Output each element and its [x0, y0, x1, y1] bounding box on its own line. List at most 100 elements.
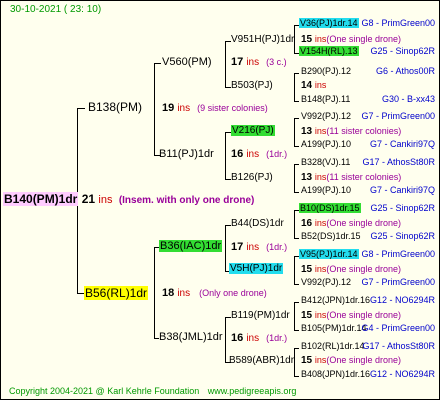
gen3-ins-value: 14 [301, 80, 313, 91]
connector-line [294, 146, 299, 147]
gen3-queen[interactable]: B503(PJ) [231, 81, 273, 91]
gen2-queen[interactable]: B11(PJ)1dr [159, 149, 214, 160]
gen4-info: G8 - PrimGreen00 [361, 18, 435, 28]
gen1-ins-value: 18 [162, 287, 175, 299]
gen3-queen[interactable]: B589(ABR)1dr [229, 356, 294, 366]
root-ins-value: 21 [81, 192, 96, 206]
connector-line [154, 63, 155, 156]
root-label: B140(PM)1dr [3, 192, 79, 206]
gen3-stats: 13 ins(11 sister colonies) [301, 127, 401, 137]
gen4-info: G7 - Cankiri97Q [369, 139, 435, 149]
gen2-queen[interactable]: B38(JML)1dr [159, 332, 223, 343]
connector-line [154, 247, 155, 339]
connector-line [225, 225, 226, 272]
site-link[interactable]: www.pedigreeapis.org [208, 386, 297, 396]
connector-line [294, 330, 299, 331]
gen2-label: V560(PM) [162, 56, 212, 68]
gen4-queen[interactable]: V992(PJ).12 [301, 112, 351, 121]
gen2-stats: 16 ins (1dr.) [231, 149, 287, 160]
gen3-note: (One single drone) [326, 34, 401, 44]
gen1-label: B138(PM) [88, 100, 143, 114]
gen1-note: (Only one drone) [199, 288, 267, 298]
gen4-queen[interactable]: B10(DS)1dr.15 [299, 203, 361, 213]
gen4-info: G12 - NO6294R [369, 369, 435, 379]
gen4-queen[interactable]: B102(RL)1dr.14 [301, 342, 365, 351]
gen3-queen[interactable]: V216(PJ) [231, 125, 275, 136]
gen4-queen[interactable]: B105(PM)1dr.14 [301, 324, 367, 333]
gen4-queen[interactable]: V992(PJ).12 [301, 278, 351, 287]
connector-line [225, 41, 226, 88]
gen3-queen[interactable]: V951H(PJ)1dr [231, 35, 294, 45]
gen4-queen[interactable]: B408(JPN)1dr.16 [301, 370, 370, 379]
connector-line [294, 376, 299, 377]
gen2-label: B36(IAC)1dr [159, 240, 223, 252]
gen4-label: B52(DS)1dr.15 [301, 231, 361, 241]
gen2-label: B11(PJ)1dr [159, 148, 214, 160]
gen3-label: B589(ABR)1dr [229, 355, 295, 366]
connector-line [294, 164, 295, 193]
copyright-text: Copyright 2004-2021 @ Karl Kehrle Founda… [9, 386, 200, 396]
connector-line [154, 63, 161, 64]
gen2-queen[interactable]: B36(IAC)1dr [159, 240, 223, 252]
gen3-label: V216(PJ) [231, 125, 275, 136]
gen1-queen[interactable]: B56(RL)1dr [84, 286, 149, 300]
gen4-info: G25 - Sinop62R [370, 46, 435, 56]
gen4-queen[interactable]: A199(PJ).10 [301, 186, 351, 195]
connector-line [294, 118, 299, 119]
gen4-label: B148(PJ).11 [301, 94, 351, 104]
gen4-info: G7 - PrimGreen00 [361, 111, 435, 121]
gen3-ins-value: 16 [301, 218, 313, 229]
gen3-ins-word: ins [314, 80, 327, 90]
connector-line [294, 164, 299, 165]
gen4-queen[interactable]: B328(VJ).11 [301, 158, 350, 167]
gen2-ins-value: 16 [231, 148, 244, 160]
connector-line [294, 348, 299, 349]
gen2-ins-value: 16 [231, 332, 244, 344]
gen4-info: G6 - Athos00R [375, 66, 435, 76]
gen3-note: (One single drone) [326, 218, 401, 228]
connector-line [294, 348, 295, 377]
gen3-note: (One single drone) [326, 310, 401, 320]
gen4-queen[interactable]: V36(PJ)1dr.14 [299, 18, 359, 28]
gen3-stats: 16 ins(One single drone) [301, 219, 401, 229]
gen1-queen[interactable]: B138(PM) [88, 101, 142, 113]
gen4-info: G12 - NO6294R [369, 295, 435, 305]
gen3-queen[interactable]: B119(PM)1dr [231, 311, 290, 321]
gen3-label: V5H(PJ)1dr [229, 263, 284, 274]
gen4-info: G7 - Cankiri97Q [369, 185, 435, 195]
gen1-stats: 19 ins (9 sister colonies) [162, 103, 268, 114]
gen3-label: B126(PJ) [231, 172, 273, 183]
gen1-stats: 18 ins (Only one drone) [162, 288, 267, 299]
gen3-queen[interactable]: B44(DS)1dr [231, 219, 284, 229]
gen4-queen[interactable]: B290(PJ).12 [301, 67, 351, 76]
gen4-label: A199(PJ).10 [301, 139, 352, 149]
gen4-label: B102(RL)1dr.14 [301, 341, 365, 351]
gen4-label: A199(PJ).10 [301, 185, 352, 195]
gen3-ins-value: 15 [301, 310, 313, 321]
gen2-note: (3 c.) [266, 57, 287, 67]
root-queen[interactable]: B140(PM)1dr 21 ins (Insem. with only one… [3, 192, 254, 206]
gen2-ins-word: ins [246, 149, 260, 160]
gen4-info: G7 - PrimGreen00 [361, 277, 435, 287]
gen4-info: G25 - Sinop62R [370, 203, 435, 213]
gen4-queen[interactable]: V154H(RL).13 [299, 46, 359, 56]
connector-line [225, 317, 226, 363]
gen1-ins-word: ins [177, 288, 191, 299]
gen3-queen[interactable]: V5H(PJ)1dr [229, 263, 284, 274]
gen4-queen[interactable]: B412(JPN)1dr.16 [301, 296, 370, 305]
gen4-queen[interactable]: B148(PJ).11 [301, 95, 350, 104]
gen2-queen[interactable]: V560(PM) [162, 57, 212, 68]
gen4-queen[interactable]: V95(PJ)1dr.14 [299, 249, 359, 259]
gen3-queen[interactable]: B126(PJ) [231, 173, 273, 183]
gen2-ins-word: ins [246, 242, 260, 253]
gen3-ins-word: ins [314, 355, 327, 365]
connector-line [294, 284, 299, 285]
gen4-label: B290(PJ).12 [301, 66, 352, 76]
gen3-label: V951H(PJ)1dr [231, 34, 295, 45]
gen4-label: V992(PJ).12 [301, 111, 352, 121]
root-ins-word: ins [98, 194, 113, 206]
gen4-queen[interactable]: B52(DS)1dr.15 [301, 232, 361, 241]
gen4-label: V95(PJ)1dr.14 [299, 249, 359, 259]
gen1-ins-value: 19 [162, 102, 175, 114]
gen4-queen[interactable]: A199(PJ).10 [301, 140, 351, 149]
